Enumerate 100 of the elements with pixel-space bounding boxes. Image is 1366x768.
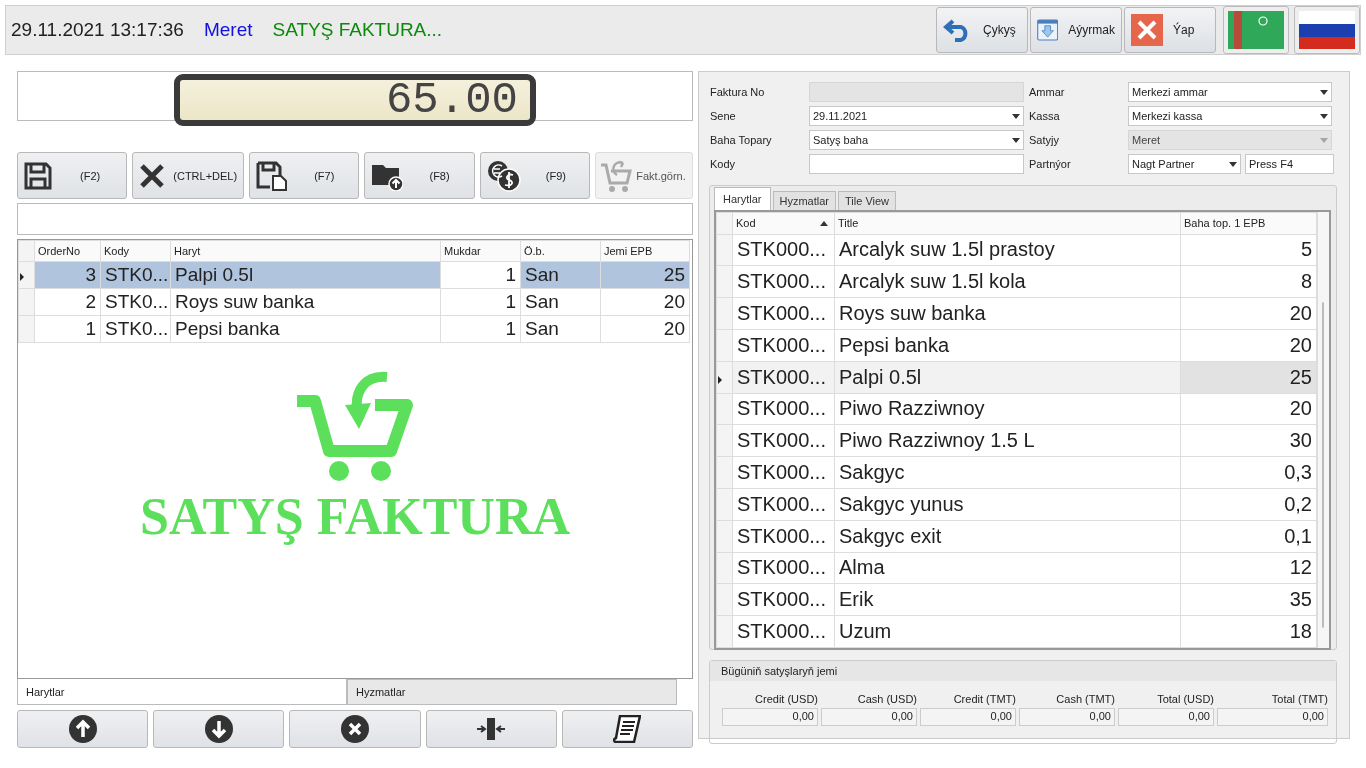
flag-icon	[1228, 11, 1284, 49]
table-cell: 0,1	[1180, 520, 1317, 552]
field-label: Credit (USD)	[754, 693, 818, 705]
tab[interactable]: Tile View	[838, 191, 897, 210]
input-field[interactable]: Press F4	[1245, 154, 1334, 174]
grid-row[interactable]: STK000... Sakgyc 0,3	[716, 456, 1317, 489]
value-field: 0,00	[722, 708, 818, 726]
table-cell: STK000...	[732, 488, 835, 521]
grid-row[interactable]: 3 STK0... Palpi 0.5l 1 San 25	[18, 261, 690, 289]
grid-row[interactable]: STK000... Roys suw banka 20	[716, 297, 1317, 330]
table-cell: STK0...	[100, 261, 171, 289]
receipt-icon	[613, 715, 642, 743]
column-header[interactable]: Haryt	[170, 240, 441, 262]
user-name: Meret	[203, 19, 253, 41]
grid-row[interactable]: STK000... Arcalyk suw 1.5l prastoy 5	[716, 234, 1317, 266]
caret-icon	[1320, 113, 1328, 119]
table-cell: San	[520, 288, 601, 316]
language-button[interactable]	[1294, 6, 1360, 54]
column-header[interactable]: OrderNo	[34, 240, 101, 262]
table-cell: STK000...	[732, 615, 835, 648]
table-cell: Piwo Razziwnoy 1.5 L	[834, 424, 1181, 457]
dropdown-field[interactable]: Nagt Partner	[1128, 154, 1241, 174]
table-cell: STK0...	[100, 315, 171, 343]
table-cell: 2	[34, 288, 101, 316]
grid-row[interactable]: STK000... Piwo Razziwnoy 20	[716, 393, 1317, 425]
column-header[interactable]: Baha top. 1 EPB	[1180, 212, 1317, 235]
table-cell: Roys suw banka	[834, 297, 1181, 330]
field-label: Partnýor	[1028, 157, 1072, 172]
table-cell: Palpi 0.5l	[170, 261, 441, 289]
tab[interactable]: Harytlar	[714, 187, 771, 210]
field-label: Credit (TMT)	[952, 693, 1016, 705]
scrollbar-thumb[interactable]	[1322, 302, 1324, 628]
toolbar-button[interactable]: Ýap	[1124, 7, 1216, 53]
table-cell: STK0...	[100, 288, 171, 316]
field-label: Ammar	[1028, 85, 1066, 100]
dropdown-field[interactable]: Satyş baha	[809, 130, 1024, 150]
table-cell: 20	[600, 288, 690, 316]
grid-row[interactable]: 1 STK0... Pepsi banka 1 San 20	[18, 315, 690, 343]
table-cell: Arcalyk suw 1.5l kola	[834, 265, 1181, 298]
grid-row[interactable]: 2 STK0... Roys suw banka 1 San 20	[18, 288, 690, 316]
table-cell: Palpi 0.5l	[834, 361, 1181, 393]
currency-coins-icon	[486, 159, 521, 192]
tab[interactable]: Harytlar	[17, 679, 347, 705]
column-header[interactable]: Kody	[100, 240, 171, 262]
table-cell: 12	[1180, 552, 1317, 584]
tab[interactable]: Hyzmatlar	[347, 679, 677, 705]
grid-row[interactable]: STK000... Sakgyc yunus 0,2	[716, 488, 1317, 521]
table-cell: 30	[1180, 424, 1317, 457]
grid-row[interactable]: STK000... Erik 35	[716, 583, 1317, 616]
dropdown-field[interactable]: Merkezi ammar	[1128, 82, 1332, 102]
table-cell: STK000...	[732, 361, 835, 393]
table-cell: San	[520, 261, 601, 289]
table-cell: 5	[1180, 234, 1317, 266]
grid-row[interactable]: STK000... Alma 12	[716, 552, 1317, 584]
field-label: Cash (TMT)	[1055, 693, 1115, 705]
field-label: Kody	[709, 157, 737, 172]
column-header[interactable]: Kod	[732, 212, 835, 235]
column-header[interactable]: Ö.b.	[520, 240, 601, 262]
column-header[interactable]: Title	[834, 212, 1181, 235]
logo-text: SATYŞ FAKTURA	[140, 487, 570, 546]
column-header[interactable]: Jemi EPB	[600, 240, 690, 262]
nav-button[interactable]	[289, 710, 421, 748]
grid-row[interactable]: STK000... Piwo Razziwnoy 1.5 L 30	[716, 424, 1317, 457]
nav-button[interactable]	[425, 710, 557, 748]
nav-button[interactable]	[561, 710, 693, 748]
dropdown-field[interactable]: 29.11.2021	[809, 106, 1024, 126]
remove-icon	[341, 715, 369, 743]
date-time: 29.11.2021 13:17:36	[11, 19, 184, 41]
grid-row[interactable]: STK000... Palpi 0.5l 25	[716, 361, 1317, 393]
action-button[interactable]: (F2)	[17, 152, 128, 199]
tab[interactable]: Hyzmatlar	[772, 191, 837, 210]
grid-row[interactable]: STK000... Pepsi banka 20	[716, 329, 1317, 362]
action-button[interactable]: (CTRL+DEL)	[132, 152, 245, 199]
table-cell: Erik	[834, 583, 1181, 616]
grid-row[interactable]: STK000... Arcalyk suw 1.5l kola 8	[716, 265, 1317, 298]
grid-row[interactable]: STK000... Sakgyc exit 0,1	[716, 520, 1317, 552]
grid-row[interactable]: STK000... Uzum 18	[716, 615, 1317, 648]
table-cell: 1	[440, 261, 521, 289]
field-label: Kassa	[1028, 109, 1061, 124]
table-cell: 8	[1180, 265, 1317, 298]
table-cell: San	[520, 315, 601, 343]
action-button[interactable]: (F9)	[479, 152, 590, 199]
table-cell: STK000...	[732, 234, 835, 266]
arrow-up-icon	[68, 715, 97, 743]
action-button[interactable]: (F8)	[364, 152, 475, 199]
language-button[interactable]	[1223, 6, 1289, 54]
column-header[interactable]: Mukdar	[440, 240, 521, 262]
close-icon	[1131, 14, 1163, 46]
toolbar-button[interactable]: Aýyrmak	[1030, 7, 1122, 53]
total-display: 65.00	[174, 74, 536, 126]
input-field[interactable]	[809, 154, 1024, 174]
nav-button[interactable]	[17, 710, 149, 748]
field-label: Sene	[709, 109, 737, 124]
table-cell: 20	[1180, 297, 1317, 330]
nav-button[interactable]	[153, 710, 285, 748]
dropdown-field[interactable]: Merkezi kassa	[1128, 106, 1332, 126]
action-button[interactable]: (F7)	[249, 152, 360, 199]
caret-icon	[1320, 89, 1328, 95]
toolbar-button[interactable]: Çykyş	[936, 7, 1028, 53]
sort-ascending-icon	[820, 221, 828, 226]
